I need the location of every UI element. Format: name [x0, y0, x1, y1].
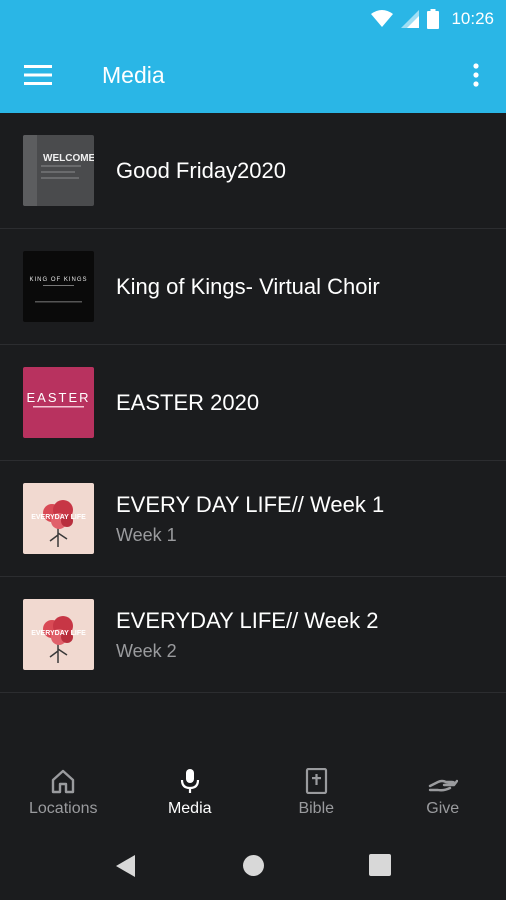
list-item-good-friday[interactable]: WELCOME Good Friday2020 — [0, 113, 506, 229]
nav-item-locations[interactable]: Locations — [0, 754, 127, 834]
item-subtitle: Week 2 — [116, 641, 177, 661]
more-vertical-icon — [473, 63, 479, 87]
signal-icon — [401, 9, 420, 28]
home-circle-icon[interactable] — [242, 854, 265, 877]
recents-icon[interactable] — [369, 854, 391, 876]
nav-label: Give — [426, 800, 460, 817]
system-navigation-bar — [0, 834, 506, 900]
app-bar: Media — [0, 37, 506, 113]
thumbnail-easter: EASTER — [23, 367, 94, 438]
battery-icon — [427, 8, 440, 29]
back-icon[interactable] — [115, 854, 137, 878]
list-item-everyday-life-week-2[interactable]: EVERYDAY LIFE EVERYDAY LIFE// Week 2 Wee… — [0, 577, 506, 693]
status-bar: 10:26 — [0, 0, 506, 37]
item-title: King of Kings- Virtual Choir — [116, 274, 380, 299]
status-icons: 10:26 — [371, 0, 494, 37]
nav-item-give[interactable]: Give — [380, 754, 506, 834]
list-item-king-of-kings[interactable]: KING OF KINGS King of Kings- Virtual Cho… — [0, 229, 506, 345]
home-icon — [52, 769, 75, 794]
thumbnail-welcome: WELCOME — [23, 135, 94, 206]
nav-label: Bible — [298, 800, 335, 817]
svg-text:WELCOME: WELCOME — [43, 153, 94, 164]
item-title: EVERYDAY LIFE// Week 2 — [116, 608, 379, 633]
nav-item-bible[interactable]: Bible — [253, 754, 380, 834]
list-item-easter-2020[interactable]: EASTER EASTER 2020 — [0, 345, 506, 461]
media-list: WELCOME Good Friday2020 KING OF KINGS Ki… — [0, 113, 506, 693]
item-subtitle: Week 1 — [116, 525, 177, 545]
menu-button[interactable] — [14, 51, 62, 99]
overflow-menu-button[interactable] — [456, 51, 496, 99]
hand-icon — [428, 779, 458, 792]
nav-item-media[interactable]: Media — [127, 754, 254, 834]
item-title: EVERY DAY LIFE// Week 1 — [116, 492, 385, 517]
page-title: Media — [102, 62, 165, 88]
list-item-everyday-life-week-1[interactable]: EVERYDAY LIFE EVERY DAY LIFE// Week 1 We… — [0, 461, 506, 577]
thumbnail-everyday-life: EVERYDAY LIFE — [23, 483, 94, 554]
status-time: 10:26 — [451, 8, 494, 28]
svg-text:EVERYDAY LIFE: EVERYDAY LIFE — [31, 514, 86, 521]
item-title: EASTER 2020 — [116, 390, 260, 415]
thumbnail-everyday-life: EVERYDAY LIFE — [23, 599, 94, 670]
nav-label: Locations — [29, 800, 98, 817]
svg-text:KING OF KINGS: KING OF KINGS — [29, 277, 87, 283]
thumbnail-king-of-kings: KING OF KINGS — [23, 251, 94, 322]
nav-label: Media — [167, 800, 212, 817]
svg-text:EVERYDAY LIFE: EVERYDAY LIFE — [31, 630, 86, 637]
wifi-icon — [371, 9, 394, 27]
bottom-navigation: Locations Media Bible Give — [0, 754, 506, 834]
svg-text:EASTER: EASTER — [26, 390, 90, 405]
item-title: Good Friday2020 — [116, 158, 286, 183]
microphone-icon — [180, 769, 199, 793]
hamburger-menu-icon — [24, 65, 52, 85]
bible-icon — [306, 768, 328, 794]
